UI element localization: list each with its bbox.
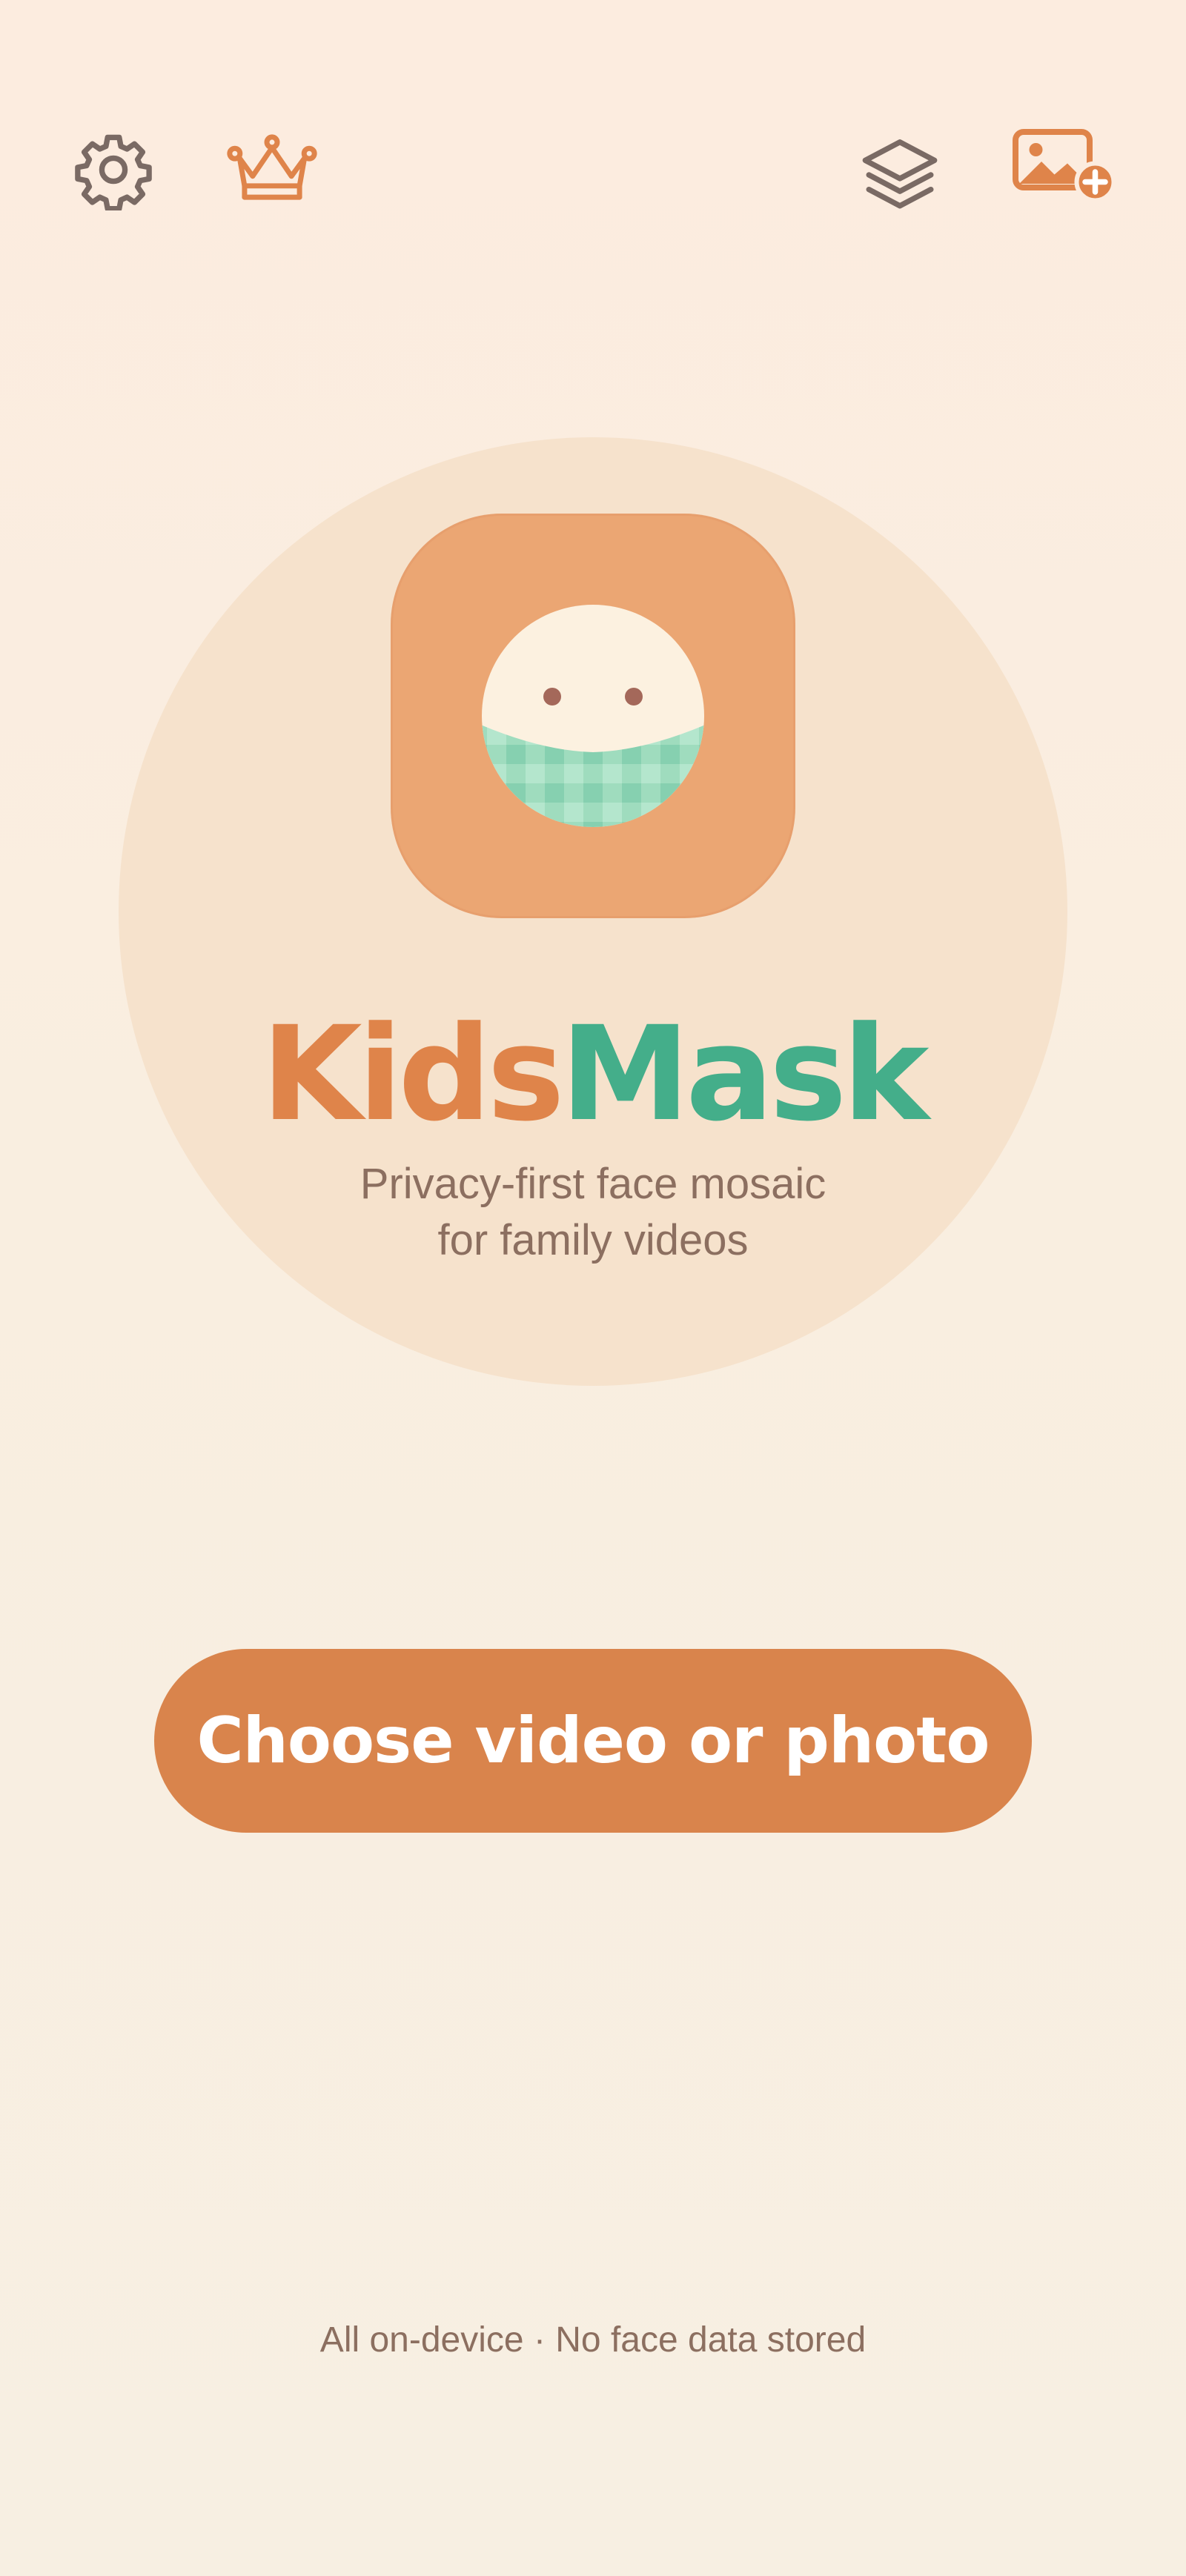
- tagline-line-2: for family videos: [437, 1216, 749, 1264]
- tagline: Privacy-first face mosaic for family vid…: [0, 1156, 1186, 1269]
- premium-button[interactable]: [219, 125, 325, 218]
- tagline-line-1: Privacy-first face mosaic: [360, 1160, 826, 1208]
- app-logo: [391, 514, 795, 918]
- app-title-mask: Mask: [560, 998, 930, 1150]
- add-image-icon: [1012, 128, 1116, 206]
- layers-button[interactable]: [851, 127, 949, 225]
- left-eye: [543, 688, 561, 706]
- crown-icon: [225, 133, 319, 209]
- privacy-note: All on-device · No face data stored: [319, 2320, 867, 2360]
- app-title: KidsMask: [0, 1009, 1186, 1140]
- choose-media-button[interactable]: Choose video or photo: [154, 1649, 1032, 1833]
- right-eye: [625, 688, 643, 706]
- app-title-kids: Kids: [261, 998, 564, 1150]
- gear-icon: [73, 129, 154, 214]
- add-media-button[interactable]: [1008, 119, 1119, 215]
- layers-icon: [856, 131, 944, 222]
- settings-button[interactable]: [67, 125, 160, 218]
